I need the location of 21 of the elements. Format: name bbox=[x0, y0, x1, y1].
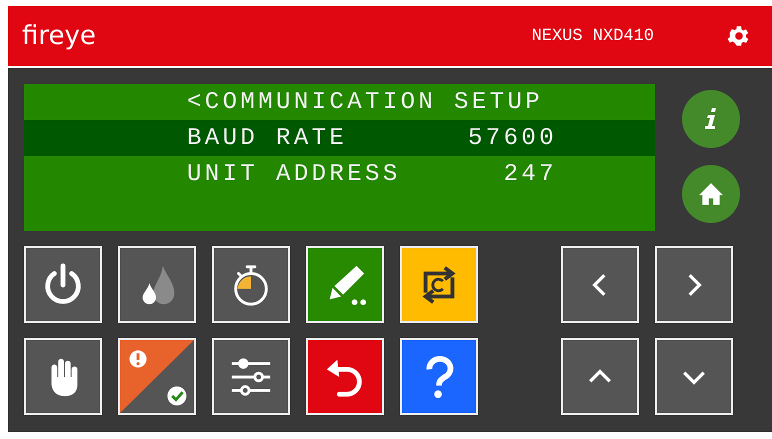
down-button[interactable] bbox=[655, 338, 733, 415]
power-button[interactable] bbox=[24, 246, 102, 323]
sliders-button[interactable] bbox=[212, 338, 290, 415]
timer-button[interactable] bbox=[212, 246, 290, 323]
menu-row[interactable]: <COMMUNICATION SETUP bbox=[24, 84, 557, 120]
help-button[interactable] bbox=[400, 338, 478, 415]
cycle-button[interactable] bbox=[400, 246, 478, 323]
edit-button[interactable] bbox=[306, 246, 384, 323]
right-button[interactable] bbox=[655, 246, 733, 323]
flame-button[interactable] bbox=[118, 246, 196, 323]
menu-row[interactable]: UNIT ADDRESS 247 bbox=[24, 156, 557, 192]
model-name: NEXUS NXD410 bbox=[532, 26, 654, 46]
alarm-button[interactable] bbox=[118, 338, 196, 415]
undo-button[interactable] bbox=[306, 338, 384, 415]
logo: fireye bbox=[22, 21, 96, 51]
menu-row[interactable]: BAUD RATE 57600 bbox=[24, 120, 655, 156]
hand-button[interactable] bbox=[24, 338, 102, 415]
left-button[interactable] bbox=[561, 246, 639, 323]
home-icon bbox=[698, 182, 724, 206]
alarm-check-icon bbox=[120, 340, 194, 413]
up-button[interactable] bbox=[561, 338, 639, 415]
